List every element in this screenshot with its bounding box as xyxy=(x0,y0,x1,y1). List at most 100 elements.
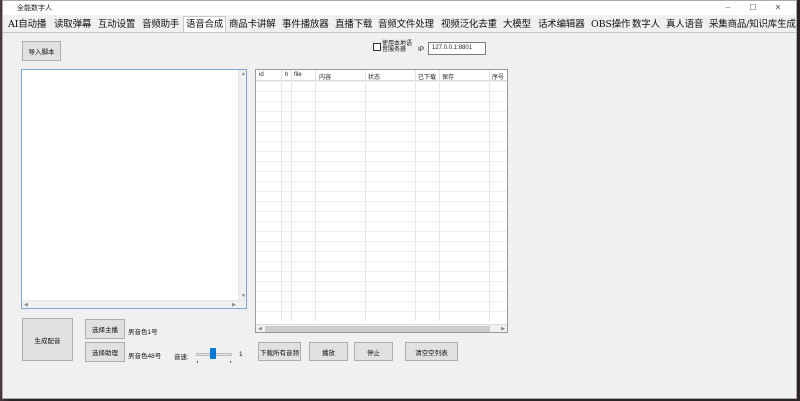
table-row-line xyxy=(256,81,507,82)
scroll-right-icon[interactable]: ▶ xyxy=(501,326,505,332)
clear-list-button[interactable]: 清空空列表 xyxy=(405,342,458,361)
import-script-label: 导入脚本 xyxy=(28,49,55,56)
table-row-line xyxy=(256,211,507,212)
table-row-line xyxy=(256,171,507,172)
table-row-line xyxy=(256,131,507,132)
table-row-line xyxy=(256,271,507,272)
title-bar: 全能数字人 – ☐ ✕ xyxy=(3,1,796,15)
col-divider xyxy=(291,70,292,321)
col-header-status[interactable]: 状态 xyxy=(368,72,380,81)
scroll-left-icon[interactable]: ◀ xyxy=(258,326,262,332)
clear-list-label: 清空空列表 xyxy=(415,349,448,357)
tab-script-editor[interactable]: 话术编辑器 xyxy=(536,17,587,32)
table-horizontal-scrollbar[interactable]: ◀ ▶ xyxy=(256,324,507,332)
table-row-line xyxy=(256,91,507,92)
close-button[interactable]: ✕ xyxy=(768,2,788,13)
table-row-line xyxy=(256,231,507,232)
table-row-line xyxy=(256,191,507,192)
use-local-server-checkbox[interactable] xyxy=(373,43,381,51)
scroll-down-icon[interactable]: ▼ xyxy=(241,293,246,299)
tab-human-voice[interactable]: 真人语音 xyxy=(664,17,705,32)
choose-host-button[interactable]: 选择主播 xyxy=(85,319,125,339)
tab-interaction-settings[interactable]: 互动设置 xyxy=(96,17,137,32)
table-row-line xyxy=(256,241,507,242)
script-textarea[interactable]: ▲ ▼ ◀ ▶ xyxy=(21,69,247,309)
col-header-content[interactable]: 内容 xyxy=(319,72,331,81)
table-row-line xyxy=(256,181,507,182)
speed-value: 1 xyxy=(239,351,243,358)
col-divider xyxy=(315,70,316,321)
tab-read-danmaku[interactable]: 读取弹幕 xyxy=(52,17,93,32)
slider-tick xyxy=(230,361,231,363)
minimize-button[interactable]: – xyxy=(718,2,738,13)
use-local-server-label: 使用本地语音服务器 xyxy=(382,41,413,53)
maximize-button[interactable]: ☐ xyxy=(743,2,763,13)
col-divider xyxy=(439,70,440,321)
table-row-line xyxy=(256,111,507,112)
scrollbar-thumb[interactable] xyxy=(265,326,490,332)
play-button[interactable]: 播放 xyxy=(309,342,348,361)
tab-video-dedup[interactable]: 视频泛化去重 xyxy=(439,17,499,32)
scroll-left-icon[interactable]: ◀ xyxy=(24,302,28,308)
scroll-right-icon[interactable]: ▶ xyxy=(232,302,236,308)
assistant-voice-label: 男音色48号 xyxy=(128,353,162,360)
tab-strip: AI自动播 读取弹幕 互动设置 音频助手 语音合成 商品卡讲解 事件播放器 直播… xyxy=(3,15,796,33)
table-row-line xyxy=(256,261,507,262)
col-header-id[interactable]: id xyxy=(259,72,264,78)
col-header-downloaded[interactable]: 已下载 xyxy=(418,72,436,81)
table-row-line xyxy=(256,101,507,102)
tab-audio-file-processing[interactable]: 音频文件处理 xyxy=(376,17,436,32)
table-row-line xyxy=(256,161,507,162)
choose-assistant-label: 选择助理 xyxy=(92,350,118,357)
download-all-audio-label: 下载所有音频 xyxy=(260,349,299,357)
scroll-up-icon[interactable]: ▲ xyxy=(241,71,246,77)
ip-label: IP xyxy=(418,46,425,53)
table-row-line xyxy=(256,301,507,302)
tab-live-download[interactable]: 直播下载 xyxy=(333,17,374,32)
tab-audio-assistant[interactable]: 音频助手 xyxy=(140,17,181,32)
col-header-file[interactable]: file xyxy=(294,72,302,78)
table-row-line xyxy=(256,201,507,202)
speed-label: 音速: xyxy=(174,354,189,361)
tab-digital-human[interactable]: 数字人 xyxy=(630,17,662,32)
generate-voice-label: 生成配音 xyxy=(34,337,61,345)
choose-assistant-button[interactable]: 选择助理 xyxy=(85,342,125,362)
ip-input[interactable]: 127.0.0.1:8801 xyxy=(428,42,486,55)
stop-label: 停止 xyxy=(367,349,380,357)
tab-speech-synthesis[interactable]: 语音合成 xyxy=(183,16,227,32)
col-divider xyxy=(365,70,366,321)
choose-host-label: 选择主播 xyxy=(92,327,118,334)
slider-tick xyxy=(197,361,198,363)
table-row-line xyxy=(256,221,507,222)
play-label: 播放 xyxy=(322,349,335,357)
table-row-line xyxy=(256,251,507,252)
tab-event-player[interactable]: 事件播放器 xyxy=(280,17,331,32)
table-row-line xyxy=(256,151,507,152)
col-divider xyxy=(281,70,282,321)
col-divider xyxy=(489,70,490,321)
download-all-audio-button[interactable]: 下载所有音频 xyxy=(258,342,301,361)
host-voice-label: 男音色1号 xyxy=(128,329,158,336)
tab-ai-autoplay[interactable]: AI自动播 xyxy=(6,17,48,32)
col-header-save[interactable]: 保存 xyxy=(442,72,454,81)
tab-collect-products[interactable]: 采集商品/知识库生成 xyxy=(707,17,796,32)
textarea-horizontal-scrollbar[interactable]: ◀ ▶ xyxy=(22,300,246,308)
tab-large-model[interactable]: 大模型 xyxy=(501,17,533,32)
table-row-line xyxy=(256,121,507,122)
textarea-vertical-scrollbar[interactable]: ▲ ▼ xyxy=(238,70,246,308)
table-row-line xyxy=(256,311,507,312)
speed-slider-thumb[interactable] xyxy=(209,348,216,359)
stop-button[interactable]: 停止 xyxy=(354,342,393,361)
tab-product-card[interactable]: 商品卡讲解 xyxy=(227,17,278,32)
generate-voice-button[interactable]: 生成配音 xyxy=(22,318,73,361)
col-header-h[interactable]: h xyxy=(285,72,288,78)
audio-list-table[interactable]: id h file 内容 状态 已下载 保存 序号 ◀ ▶ xyxy=(255,69,508,333)
window-title: 全能数字人 xyxy=(17,5,52,12)
table-row-line xyxy=(256,281,507,282)
table-row-line xyxy=(256,291,507,292)
col-divider xyxy=(415,70,416,321)
col-header-index[interactable]: 序号 xyxy=(492,72,504,81)
import-script-button[interactable]: 导入脚本 xyxy=(22,41,61,61)
table-header: id h file 内容 状态 已下载 保存 序号 xyxy=(256,70,507,81)
tab-obs-operation[interactable]: OBS操作 xyxy=(589,17,632,32)
